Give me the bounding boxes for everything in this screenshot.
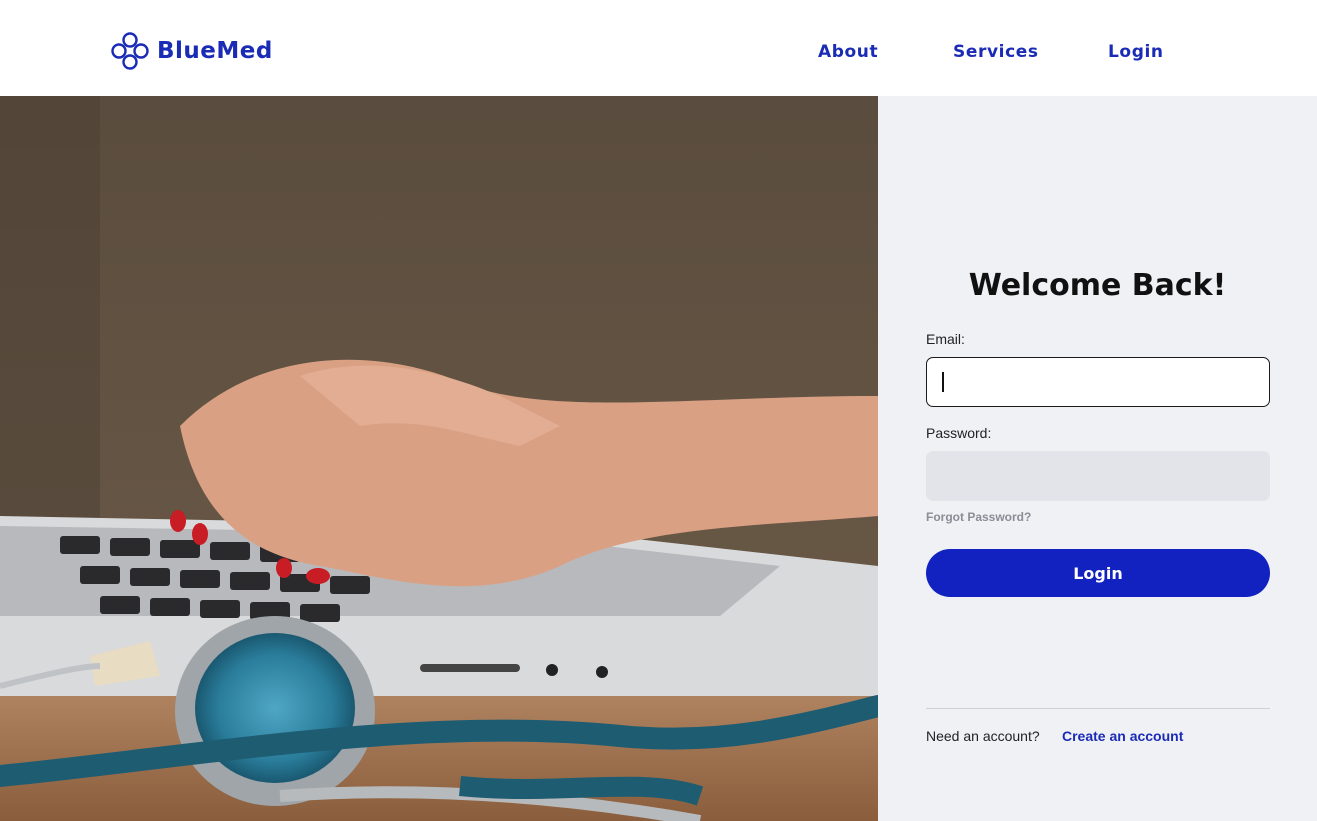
login-button[interactable]: Login [926,549,1270,597]
nav-services-link[interactable]: Services [953,42,1039,62]
create-account-link[interactable]: Create an account [1062,728,1183,744]
hero-image [0,96,878,821]
page-title: Welcome Back! [968,268,1227,303]
brand-name: BlueMed [157,38,273,64]
forgot-password-link[interactable]: Forgot Password? [926,510,1031,524]
text-caret [942,372,944,392]
login-panel: Welcome Back! Email: Password: Forgot Pa… [878,96,1317,821]
password-label: Password: [926,425,992,441]
need-account-text: Need an account? [926,728,1040,744]
site-header: BlueMed About Services Login [0,0,1317,96]
nav-login-link[interactable]: Login [1108,42,1164,62]
divider [926,708,1270,709]
brand-logo[interactable]: BlueMed [110,31,273,71]
bluemed-logo-icon [111,32,149,70]
nav-about-link[interactable]: About [818,42,878,62]
email-field[interactable] [926,357,1270,407]
email-label: Email: [926,331,965,347]
password-field[interactable] [926,451,1270,501]
laptop-stethoscope-photo-icon [0,96,878,821]
